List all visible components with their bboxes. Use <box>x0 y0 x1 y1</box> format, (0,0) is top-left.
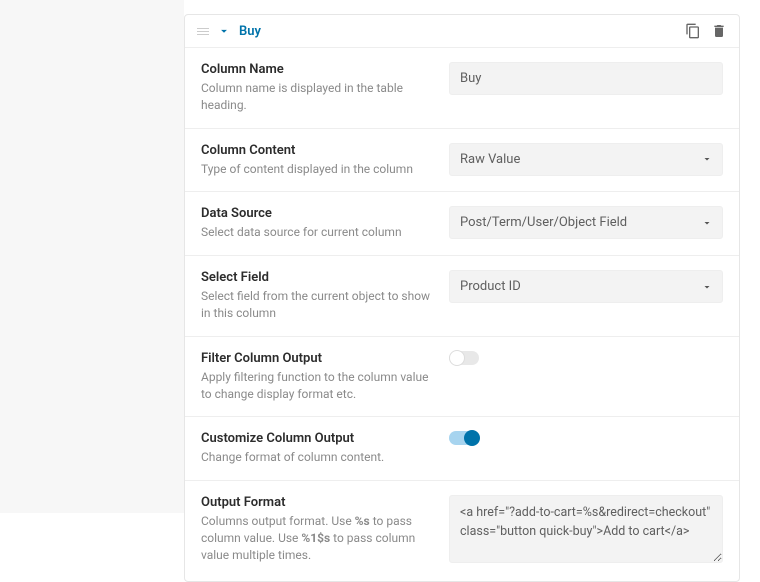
column-content-select[interactable]: Raw Value <box>449 143 723 176</box>
trash-icon <box>711 23 727 39</box>
card-header: Buy <box>185 15 739 48</box>
field-label: Column Name <box>201 62 433 77</box>
copy-icon <box>685 23 701 39</box>
field-desc: Columns output format. Use %s to pass co… <box>201 513 433 563</box>
data-source-select[interactable]: Post/Term/User/Object Field <box>449 206 723 239</box>
copy-button[interactable] <box>685 23 701 39</box>
card-title: Buy <box>239 24 261 39</box>
customize-output-toggle[interactable] <box>449 431 479 445</box>
row-select-field: Select Field Select field from the curre… <box>185 256 739 337</box>
row-customize-output: Customize Column Output Change format of… <box>185 417 739 481</box>
field-label: Filter Column Output <box>201 351 433 366</box>
field-desc: Type of content displayed in the column <box>201 161 433 178</box>
drag-handle-icon[interactable] <box>197 28 209 35</box>
row-output-format: Output Format Columns output format. Use… <box>185 481 739 581</box>
output-format-textarea[interactable] <box>449 495 723 563</box>
field-label: Output Format <box>201 495 433 510</box>
field-desc: Column name is displayed in the table he… <box>201 80 433 114</box>
select-field-select[interactable]: Product ID <box>449 270 723 303</box>
filter-output-toggle[interactable] <box>449 351 479 365</box>
column-name-input[interactable] <box>449 62 723 95</box>
field-desc: Select field from the current object to … <box>201 288 433 322</box>
chevron-down-icon <box>217 24 231 38</box>
field-label: Column Content <box>201 143 433 158</box>
row-column-name: Column Name Column name is displayed in … <box>185 48 739 129</box>
field-desc: Apply filtering function to the column v… <box>201 369 433 403</box>
field-label: Data Source <box>201 206 433 221</box>
field-label: Customize Column Output <box>201 431 433 446</box>
row-data-source: Data Source Select data source for curre… <box>185 192 739 256</box>
row-filter-output: Filter Column Output Apply filtering fun… <box>185 337 739 418</box>
left-gutter <box>0 0 184 513</box>
column-settings-card: Buy Column Name Column name is displayed… <box>184 14 740 582</box>
collapse-toggle[interactable] <box>217 24 231 38</box>
field-desc: Change format of column content. <box>201 449 433 466</box>
field-label: Select Field <box>201 270 433 285</box>
row-column-content: Column Content Type of content displayed… <box>185 129 739 193</box>
field-desc: Select data source for current column <box>201 224 433 241</box>
delete-button[interactable] <box>711 23 727 39</box>
